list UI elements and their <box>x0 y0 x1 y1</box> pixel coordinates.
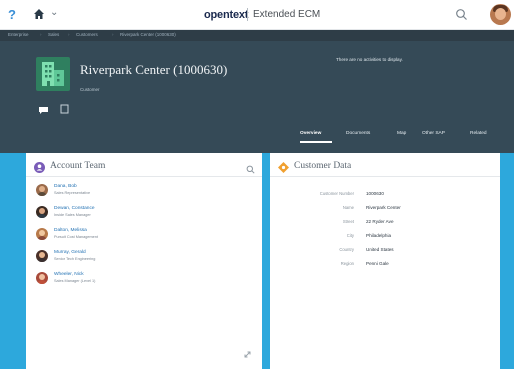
member-role: Sales Manager (Level 1) <box>54 279 96 283</box>
avatar <box>36 206 48 218</box>
field-value: Penni Gale <box>366 261 389 266</box>
tab-documents[interactable]: Documents <box>346 129 370 136</box>
member-role: Senior Tech Engineering <box>54 257 96 261</box>
customer-data-card: Customer Data Customer Number 1000630 Na… <box>270 153 500 369</box>
search-icon[interactable] <box>246 161 255 174</box>
comment-icon[interactable] <box>38 102 49 114</box>
field-value: Philadelphia <box>366 233 392 238</box>
shell-bar: ? ⌄ opentext Extended ECM <box>0 0 514 30</box>
team-member[interactable]: Dana, Bob Sales Representative <box>36 181 216 201</box>
card-title: Customer Data <box>294 161 352 171</box>
breadcrumb-item[interactable]: Riverpark Center (1000630) <box>120 32 176 37</box>
brand-divider <box>247 8 248 21</box>
field-value: United States <box>366 247 394 252</box>
member-name[interactable]: Dewan, Constance <box>54 206 95 211</box>
object-header: Riverpark Center (1000630) Customer Ther… <box>0 41 514 153</box>
data-field: Name Riverpark Center <box>270 203 500 215</box>
breadcrumb-item[interactable]: Enterprise <box>8 32 29 37</box>
object-type: Customer <box>80 87 100 92</box>
field-label: City <box>346 233 354 238</box>
content-area: Account Team Dana, Bob Sales Representat… <box>0 153 514 369</box>
product-name: Extended ECM <box>253 9 321 20</box>
activity-message: There are no activities to display. <box>336 57 403 62</box>
diamond-icon <box>278 160 289 173</box>
field-label: Street <box>342 219 354 224</box>
card-title: Account Team <box>50 161 106 171</box>
user-avatar[interactable] <box>490 4 511 25</box>
data-field: Customer Number 1000630 <box>270 189 500 201</box>
page-title: Riverpark Center (1000630) <box>80 62 228 77</box>
team-member[interactable]: Wheeler, Nick Sales Manager (Level 1) <box>36 269 216 289</box>
app-frame: ? ⌄ opentext Extended ECM Enterprise › S… <box>0 0 514 369</box>
active-tab-indicator <box>300 141 332 143</box>
breadcrumb-separator: › <box>112 32 114 37</box>
field-value: 22 Ryder Ave <box>366 219 394 224</box>
field-label: Country <box>339 247 354 252</box>
member-name[interactable]: Wheeler, Nick <box>54 272 84 277</box>
member-role: Inside Sales Manager <box>54 213 91 217</box>
field-value: Riverpark Center <box>366 205 401 210</box>
data-field: Country United States <box>270 245 500 257</box>
avatar <box>36 184 48 196</box>
breadcrumb-item[interactable]: Sales <box>48 32 59 37</box>
breadcrumb-item[interactable]: Customers <box>76 32 98 37</box>
field-value: 1000630 <box>366 191 384 196</box>
breadcrumb-separator: › <box>40 32 42 37</box>
avatar <box>36 250 48 262</box>
search-icon[interactable] <box>455 8 468 21</box>
document-icon[interactable] <box>60 101 69 114</box>
team-member[interactable]: Dewan, Constance Inside Sales Manager <box>36 203 216 223</box>
tab-overview[interactable]: Overview <box>300 129 321 136</box>
team-member[interactable]: Dalton, Melissa Pursuit Cost Management <box>36 225 216 245</box>
member-name[interactable]: Dana, Bob <box>54 184 77 189</box>
card-header: Account Team <box>26 153 262 177</box>
data-field: Street 22 Ryder Ave <box>270 217 500 229</box>
field-label: Name <box>342 205 354 210</box>
help-icon[interactable]: ? <box>8 7 16 22</box>
team-icon <box>34 160 45 173</box>
expand-icon[interactable] <box>243 346 252 358</box>
tab-related[interactable]: Related <box>470 129 487 136</box>
field-label: Region <box>340 261 354 266</box>
member-role: Sales Representative <box>54 191 91 195</box>
brand-logo: opentext <box>204 9 249 21</box>
tab-map[interactable]: Map <box>397 129 406 136</box>
field-label: Customer Number <box>319 191 354 196</box>
avatar-face <box>495 8 506 20</box>
avatar <box>36 272 48 284</box>
account-team-card: Account Team Dana, Bob Sales Representat… <box>26 153 262 369</box>
team-member[interactable]: Murray, Gerald Senior Tech Engineering <box>36 247 216 267</box>
member-name[interactable]: Murray, Gerald <box>54 250 86 255</box>
data-field: City Philadelphia <box>270 231 500 243</box>
card-header: Customer Data <box>270 153 500 177</box>
chevron-down-icon[interactable]: ⌄ <box>50 7 58 18</box>
member-name[interactable]: Dalton, Melissa <box>54 228 87 233</box>
avatar <box>36 228 48 240</box>
breadcrumb-separator: › <box>68 32 70 37</box>
member-role: Pursuit Cost Management <box>54 235 98 239</box>
breadcrumb: Enterprise › Sales › Customers › Riverpa… <box>0 30 514 41</box>
home-icon[interactable] <box>33 8 45 20</box>
tab-other-sap[interactable]: Other SAP <box>422 129 445 136</box>
building-icon <box>36 57 70 91</box>
data-field: Region Penni Gale <box>270 259 500 271</box>
